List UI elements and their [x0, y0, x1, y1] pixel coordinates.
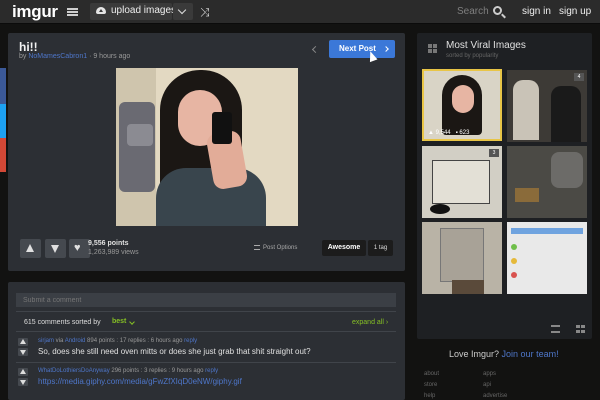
top-bar: imgur upload images ⤨ Search sign in sig… — [0, 0, 600, 24]
robot-arm — [119, 102, 155, 192]
footer-link-api[interactable]: api — [483, 382, 491, 388]
facebook-share-tab[interactable] — [0, 68, 6, 104]
post-image[interactable] — [116, 68, 298, 226]
shuffle-icon[interactable]: ⤨ — [200, 5, 210, 19]
footer-link-apps[interactable]: apps — [483, 371, 496, 377]
comment-text: So, does she still need oven mitts or do… — [38, 347, 311, 356]
phone — [212, 112, 232, 144]
comment-meta: sirjam via Android 894 points : 17 repli… — [38, 338, 197, 344]
sidebar-footer: Love Imgur? Join our team! — [449, 349, 559, 359]
search-input[interactable]: Search — [457, 6, 489, 17]
downvote-arrow-icon — [51, 245, 59, 253]
divider — [16, 331, 396, 332]
post-options-button[interactable]: Post Options — [254, 245, 297, 251]
comment-stats: 296 points : 3 replies : 9 hours ago — [111, 368, 204, 374]
cloud-upload-icon — [96, 7, 106, 14]
thumb-stats: ▲ 9,544 ▪ 623 — [428, 130, 470, 136]
tag-awesome[interactable]: Awesome — [322, 240, 366, 256]
comment-downvote-button[interactable] — [18, 348, 28, 356]
imgur-logo[interactable]: imgur — [12, 2, 58, 22]
viral-thumb-2[interactable]: 4 — [507, 70, 587, 142]
sort-select[interactable]: best — [112, 318, 126, 325]
divider — [16, 311, 396, 312]
post-options-label: Post Options — [263, 245, 298, 252]
options-icon — [254, 245, 260, 250]
device-link[interactable]: Android — [65, 338, 86, 344]
reply-link[interactable]: reply — [184, 338, 197, 344]
thumb-comments: 623 — [459, 130, 470, 136]
viral-thumb-5[interactable] — [422, 222, 502, 294]
tag-count[interactable]: 1 tag — [368, 240, 393, 256]
footer-link-advertise[interactable]: advertise — [483, 393, 507, 399]
comment-link[interactable]: https://media.giphy.com/media/gFwZfXIqD0… — [38, 377, 242, 386]
search-icon[interactable] — [493, 6, 502, 15]
thumb-badge: 4 — [574, 73, 584, 81]
footer-link-about[interactable]: about — [424, 371, 439, 377]
menu-icon[interactable] — [67, 8, 78, 16]
post-points: 9,556 points — [88, 240, 129, 247]
thumb-points: 9,544 — [435, 130, 451, 136]
list-view-icon[interactable] — [551, 325, 560, 333]
via-label: via — [55, 338, 64, 344]
twitter-share-tab[interactable] — [0, 104, 6, 138]
footer-link-help[interactable]: help — [424, 393, 435, 399]
comment-author-link[interactable]: sirjam — [38, 338, 54, 344]
upvote-button[interactable] — [20, 239, 41, 258]
downvote-button[interactable] — [45, 239, 66, 258]
comment-meta: WhatDoLothiersDoAnyway 296 points : 3 re… — [38, 368, 218, 374]
comment-stats: 894 points : 17 replies : 6 hours ago — [87, 338, 183, 344]
grid-view-icon[interactable] — [576, 325, 585, 333]
footer-link-store[interactable]: store — [424, 382, 437, 388]
by-label: by — [19, 53, 27, 60]
post-time: · 9 hours ago — [89, 53, 131, 60]
heart-icon: ♥ — [74, 242, 81, 254]
love-imgur-label: Love Imgur? — [449, 349, 500, 359]
post-views: 1,263,989 views — [88, 249, 139, 256]
upload-dropdown-button[interactable] — [173, 3, 193, 20]
comment-downvote-button[interactable] — [18, 378, 28, 386]
expand-all-link[interactable]: expand all › — [352, 319, 388, 326]
favorite-button[interactable]: ♥ — [69, 239, 90, 258]
upload-images-button[interactable]: upload images — [90, 3, 176, 20]
comment-input[interactable] — [16, 293, 396, 307]
sign-in-link[interactable]: sign in — [522, 6, 551, 17]
thumb-badge: 3 — [489, 149, 499, 157]
grid-icon — [428, 44, 437, 53]
comment-upvote-button[interactable] — [18, 338, 28, 346]
shirt — [156, 168, 266, 226]
reply-link[interactable]: reply — [205, 368, 218, 374]
divider — [16, 362, 396, 363]
comments-count: 615 comments sorted by — [24, 319, 101, 326]
post-meta: by NoMamesCabron1 · 9 hours ago — [19, 53, 130, 60]
sign-up-link[interactable]: sign up — [559, 6, 591, 17]
viral-thumb-4[interactable] — [507, 146, 587, 218]
comment-upvote-button[interactable] — [18, 368, 28, 376]
post-author-link[interactable]: NoMamesCabron1 — [28, 53, 87, 60]
previous-post-button[interactable] — [307, 40, 322, 58]
next-post-button[interactable]: Next Post — [329, 40, 395, 58]
upload-label: upload images — [111, 5, 177, 16]
sidebar-subtitle: sorted by popularity — [446, 53, 499, 59]
viral-thumb-6[interactable] — [507, 222, 587, 294]
sidebar-title[interactable]: Most Viral Images — [446, 40, 526, 51]
join-team-link[interactable]: Join our team! — [502, 349, 559, 359]
upvote-arrow-icon — [26, 244, 34, 252]
google-share-tab[interactable] — [0, 138, 6, 172]
post-title: hi!! — [19, 40, 38, 54]
chevron-right-icon — [383, 46, 389, 52]
expand-all-label: expand all — [352, 319, 384, 326]
viral-thumb-3[interactable]: 3 — [422, 146, 502, 218]
viral-thumb-1[interactable]: ▲ 9,544 ▪ 623 — [422, 69, 502, 141]
comment-author-link[interactable]: WhatDoLothiersDoAnyway — [38, 368, 110, 374]
